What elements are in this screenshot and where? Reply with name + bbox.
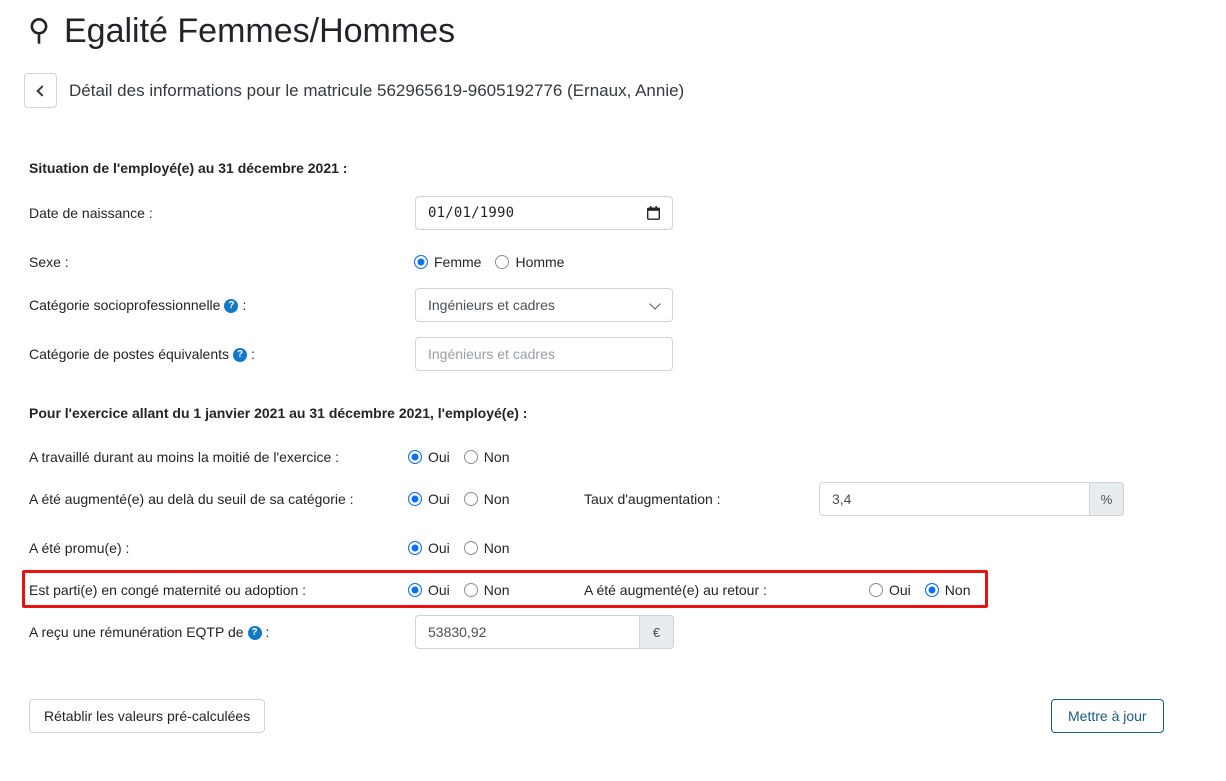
section-title-exercice: Pour l'exercice allant du 1 janvier 2021… — [29, 405, 528, 421]
birthdate-input[interactable]: 01/01/1990 — [415, 196, 673, 230]
page-title-text: Egalité Femmes/Hommes — [63, 12, 456, 50]
raise-rate-input[interactable] — [819, 482, 1089, 516]
radio-maternity-oui-label: Oui — [428, 582, 450, 598]
radio-indicator — [408, 541, 422, 555]
label-remuneration-colon: : — [265, 624, 270, 640]
radio-indicator — [408, 450, 422, 464]
label-equivalent-posts-colon: : — [251, 346, 255, 362]
radio-indicator — [408, 492, 422, 506]
radio-indicator — [414, 255, 428, 269]
radio-raised-threshold-oui-label: Oui — [428, 491, 450, 507]
help-circle-icon[interactable]: ? — [224, 299, 239, 313]
label-equivalent-posts: Catégorie de postes équivalents ? : — [29, 337, 255, 371]
row-promoted: A été promu(e) : Oui Non — [0, 531, 1226, 565]
radio-promoted-non-label: Non — [483, 540, 510, 556]
radio-indicator — [463, 583, 478, 597]
label-promoted: A été promu(e) : — [29, 540, 130, 556]
update-button[interactable]: Mettre à jour — [1051, 699, 1164, 733]
radio-sex-homme-label: Homme — [515, 254, 565, 270]
label-socio-category-colon: : — [242, 297, 247, 313]
breadcrumb: Détail des informations pour le matricul… — [24, 73, 684, 108]
back-button[interactable] — [24, 73, 57, 108]
label-raised-above-threshold: A été augmenté(e) au delà du seuil de sa… — [29, 491, 354, 507]
row-worked-half: A travaillé durant au moins la moitié de… — [0, 440, 1226, 474]
help-circle-icon[interactable]: ? — [233, 348, 248, 362]
radio-worked-half-non[interactable]: Non — [463, 449, 510, 465]
radio-indicator — [924, 583, 939, 597]
radio-indicator — [869, 583, 883, 597]
page-title: ⚲ Egalité Femmes/Hommes — [28, 8, 455, 54]
percent-addon: % — [1089, 482, 1124, 516]
label-socio-category: Catégorie socioprofessionnelle ? : — [29, 288, 246, 322]
radio-group-promoted: Oui Non — [408, 531, 509, 565]
radio-promoted-oui-label: Oui — [428, 540, 450, 556]
raise-rate-group: % — [819, 482, 1124, 516]
radio-worked-half-oui-label: Oui — [428, 449, 450, 465]
radio-worked-half-non-label: Non — [483, 449, 510, 465]
row-equivalent-posts: Catégorie de postes équivalents ? : — [0, 337, 1226, 371]
radio-sex-femme[interactable]: Femme — [414, 254, 481, 270]
remuneration-group: € — [415, 615, 674, 649]
radio-maternity-non[interactable]: Non — [463, 582, 510, 598]
radio-raised-threshold-non[interactable]: Non — [463, 491, 510, 507]
section-title-situation: Situation de l'employé(e) au 31 décembre… — [29, 160, 348, 176]
socio-category-value: Ingénieurs et cadres — [428, 297, 555, 313]
radio-group-sex: Femme Homme — [414, 245, 564, 279]
radio-maternity-oui[interactable]: Oui — [408, 582, 450, 598]
radio-raised-return-non-label: Non — [944, 582, 971, 598]
label-equivalent-posts-text: Catégorie de postes équivalents — [29, 346, 230, 362]
radio-raised-return-non[interactable]: Non — [924, 582, 971, 598]
label-remuneration-text: A reçu une rémunération EQTP de — [29, 624, 244, 640]
page-root: ⚲ Egalité Femmes/Hommes Détail des infor… — [0, 0, 1226, 781]
radio-group-worked-half: Oui Non — [408, 440, 509, 474]
row-socio-category: Catégorie socioprofessionnelle ? : Ingén… — [0, 288, 1226, 322]
row-maternity-leave: Est parti(e) en congé maternité ou adopt… — [0, 573, 1226, 607]
label-raise-rate: Taux d'augmentation : — [584, 491, 721, 507]
radio-sex-femme-label: Femme — [434, 254, 482, 270]
radio-indicator — [463, 450, 478, 464]
radio-group-raised-above-threshold: Oui Non — [408, 482, 509, 516]
row-sex: Sexe : Femme Homme — [0, 245, 1226, 279]
radio-maternity-non-label: Non — [483, 582, 510, 598]
remuneration-input[interactable] — [415, 615, 639, 649]
label-worked-half: A travaillé durant au moins la moitié de… — [29, 449, 340, 465]
help-circle-icon[interactable]: ? — [247, 626, 262, 640]
chevron-down-icon — [649, 298, 661, 310]
record-detail-title: Détail des informations pour le matricul… — [69, 80, 685, 100]
radio-raised-threshold-non-label: Non — [483, 491, 510, 507]
calendar-icon[interactable] — [647, 206, 660, 220]
euro-addon: € — [639, 615, 674, 649]
row-remuneration: A reçu une rémunération EQTP de ? : € — [0, 615, 1226, 649]
radio-indicator — [495, 255, 510, 269]
radio-group-raised-on-return: Oui Non — [869, 573, 970, 607]
radio-group-maternity-leave: Oui Non — [408, 573, 509, 607]
label-socio-category-text: Catégorie socioprofessionnelle — [29, 297, 221, 313]
label-raised-on-return: A été augmenté(e) au retour : — [584, 582, 767, 598]
chevron-left-icon — [36, 84, 48, 97]
label-sex: Sexe : — [29, 254, 69, 270]
radio-raised-return-oui[interactable]: Oui — [869, 582, 911, 598]
birthdate-value: 01/01/1990 — [428, 205, 515, 221]
equivalent-posts-input[interactable] — [415, 337, 673, 371]
radio-worked-half-oui[interactable]: Oui — [408, 449, 450, 465]
radio-sex-homme[interactable]: Homme — [495, 254, 564, 270]
reset-precalculated-button[interactable]: Rétablir les valeurs pré-calculées — [29, 699, 266, 733]
radio-indicator — [463, 541, 478, 555]
radio-promoted-non[interactable]: Non — [463, 540, 510, 556]
radio-indicator — [408, 583, 422, 597]
venus-mars-icon: ⚲ — [28, 14, 50, 47]
radio-promoted-oui[interactable]: Oui — [408, 540, 450, 556]
radio-raised-threshold-oui[interactable]: Oui — [408, 491, 450, 507]
label-maternity-leave: Est parti(e) en congé maternité ou adopt… — [29, 582, 307, 598]
label-remuneration: A reçu une rémunération EQTP de ? : — [29, 615, 269, 649]
row-raised-above-threshold: A été augmenté(e) au delà du seuil de sa… — [0, 482, 1226, 516]
socio-category-select[interactable]: Ingénieurs et cadres — [415, 288, 673, 322]
radio-indicator — [463, 492, 478, 506]
radio-raised-return-oui-label: Oui — [889, 582, 911, 598]
row-birthdate: Date de naissance : 01/01/1990 — [0, 196, 1226, 230]
label-birthdate: Date de naissance : — [29, 205, 153, 221]
